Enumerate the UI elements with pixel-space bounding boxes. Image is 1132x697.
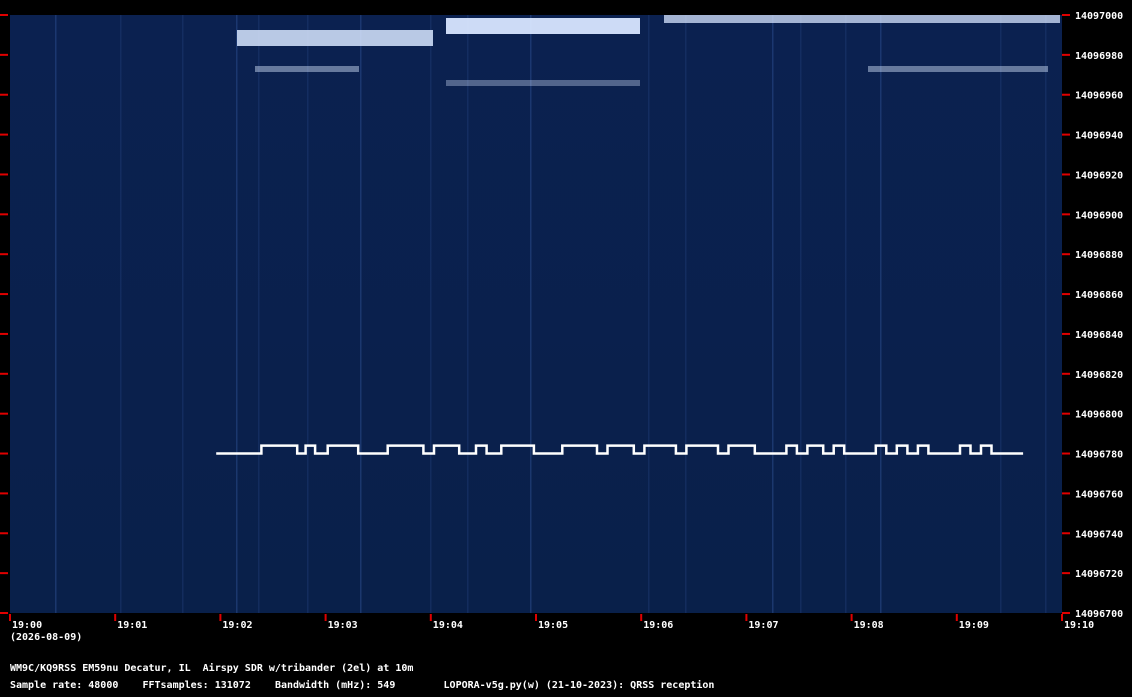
y-tick-label: 14096920 <box>1075 170 1123 181</box>
y-tick-label: 14096940 <box>1075 131 1123 142</box>
x-tick-label: 19:04 <box>433 620 463 631</box>
y-tick-label: 14097000 <box>1075 11 1123 22</box>
upper-signal-blob <box>446 80 640 86</box>
noise-streak <box>467 15 469 613</box>
y-tick-label: 14096820 <box>1075 370 1123 381</box>
stats-line: Sample rate: 48000 FFTsamples: 131072 Ba… <box>10 680 714 691</box>
fft-samples: FFTsamples: 131072 <box>142 680 251 691</box>
x-tick-label: 19:00 <box>12 620 42 631</box>
y-tick-label: 14096980 <box>1075 51 1123 62</box>
x-tick-label: 19:03 <box>328 620 358 631</box>
x-tick-label: 19:07 <box>748 620 778 631</box>
y-tick-label: 14096900 <box>1075 210 1123 221</box>
noise-streak <box>772 15 774 613</box>
noise-streak <box>182 15 184 613</box>
x-tick-label: 19:10 <box>1064 620 1094 631</box>
noise-streak <box>685 15 687 613</box>
sample-rate: Sample rate: 48000 <box>10 680 119 691</box>
y-tick-label: 14096860 <box>1075 290 1123 301</box>
station-info: WM9C/KQ9RSS EM59nu Decatur, IL Airspy SD… <box>10 663 414 674</box>
noise-streak <box>1045 15 1047 613</box>
x-tick-label: 19:02 <box>222 620 252 631</box>
upper-signal-blob <box>255 66 359 72</box>
y-tick-label: 14096740 <box>1075 529 1123 540</box>
time-axis: 19:00 19:01 19:02 19:03 19:04 19:05 19:06 19:07… <box>9 614 1094 631</box>
upper-signal-blob <box>868 66 1048 72</box>
noise-streak <box>55 15 57 613</box>
noise-streak <box>360 15 362 613</box>
noise-streak <box>307 15 309 613</box>
y-tick-label: 14096700 <box>1075 609 1123 620</box>
noise-streak <box>648 15 650 613</box>
plot-area <box>10 15 1062 613</box>
noise-streak <box>530 15 532 613</box>
noise-streak <box>236 15 238 613</box>
y-tick-label: 14096880 <box>1075 250 1123 261</box>
spectrogram: 14097000 14096980 14096960 14096940 14096920… <box>0 11 1123 643</box>
x-tick-label: 19:05 <box>538 620 568 631</box>
y-tick-label: 14096760 <box>1075 489 1123 500</box>
upper-signal-blob <box>664 15 1060 23</box>
date-label: (2026-08-09) <box>10 632 82 643</box>
bandwidth: Bandwidth (mHz): 549 <box>274 680 396 691</box>
noise-streak <box>430 15 432 613</box>
y-tick-label: 14096840 <box>1075 330 1123 341</box>
noise-streak <box>258 15 260 613</box>
upper-signal-blob <box>237 30 433 46</box>
noise-streak <box>1000 15 1002 613</box>
x-tick-label: 19:08 <box>854 620 884 631</box>
noise-streak <box>880 15 882 613</box>
x-tick-label: 19:09 <box>959 620 989 631</box>
noise-streak <box>845 15 847 613</box>
software-version: LOPORA-v5g.py(w) (21-10-2023): QRSS rece… <box>443 680 715 691</box>
y-tick-label: 14096720 <box>1075 569 1123 580</box>
y-tick-label: 14096780 <box>1075 450 1123 461</box>
y-tick-label: 14096800 <box>1075 410 1123 421</box>
noise-streak <box>800 15 802 613</box>
noise-streak <box>120 15 122 613</box>
x-tick-label: 19:01 <box>117 620 147 631</box>
y-tick-label: 14096960 <box>1075 91 1123 102</box>
x-tick-label: 19:06 <box>643 620 673 631</box>
upper-signal-blob <box>446 18 640 34</box>
